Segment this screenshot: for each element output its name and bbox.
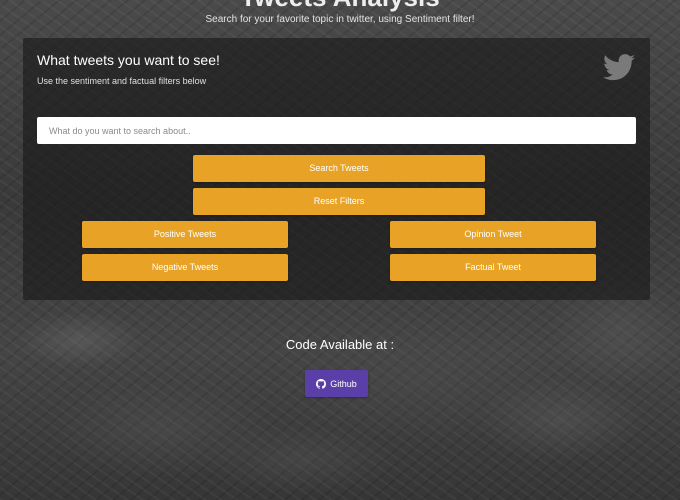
- github-icon: [316, 378, 327, 389]
- github-label: Github: [330, 378, 357, 389]
- twitter-icon: [603, 54, 635, 81]
- search-tweets-button[interactable]: Search Tweets: [193, 155, 485, 182]
- page-subtitle: Search for your favorite topic in twitte…: [205, 14, 475, 25]
- reset-filters-button[interactable]: Reset Filters: [193, 188, 485, 215]
- panel-description: Use the sentiment and factual filters be…: [37, 76, 207, 86]
- negative-tweets-button[interactable]: Negative Tweets: [82, 254, 288, 281]
- factual-tweet-button[interactable]: Factual Tweet: [390, 254, 596, 281]
- search-input[interactable]: [37, 117, 636, 144]
- github-button[interactable]: Github: [305, 370, 368, 397]
- filter-panel: What tweets you want to see! Use the sen…: [23, 38, 650, 300]
- positive-tweets-button[interactable]: Positive Tweets: [82, 221, 288, 248]
- panel-heading: What tweets you want to see!: [37, 52, 220, 68]
- code-available-label: Code Available at :: [285, 337, 395, 352]
- page-title: Tweets Analysis: [0, 0, 680, 10]
- opinion-tweet-button[interactable]: Opinion Tweet: [390, 221, 596, 248]
